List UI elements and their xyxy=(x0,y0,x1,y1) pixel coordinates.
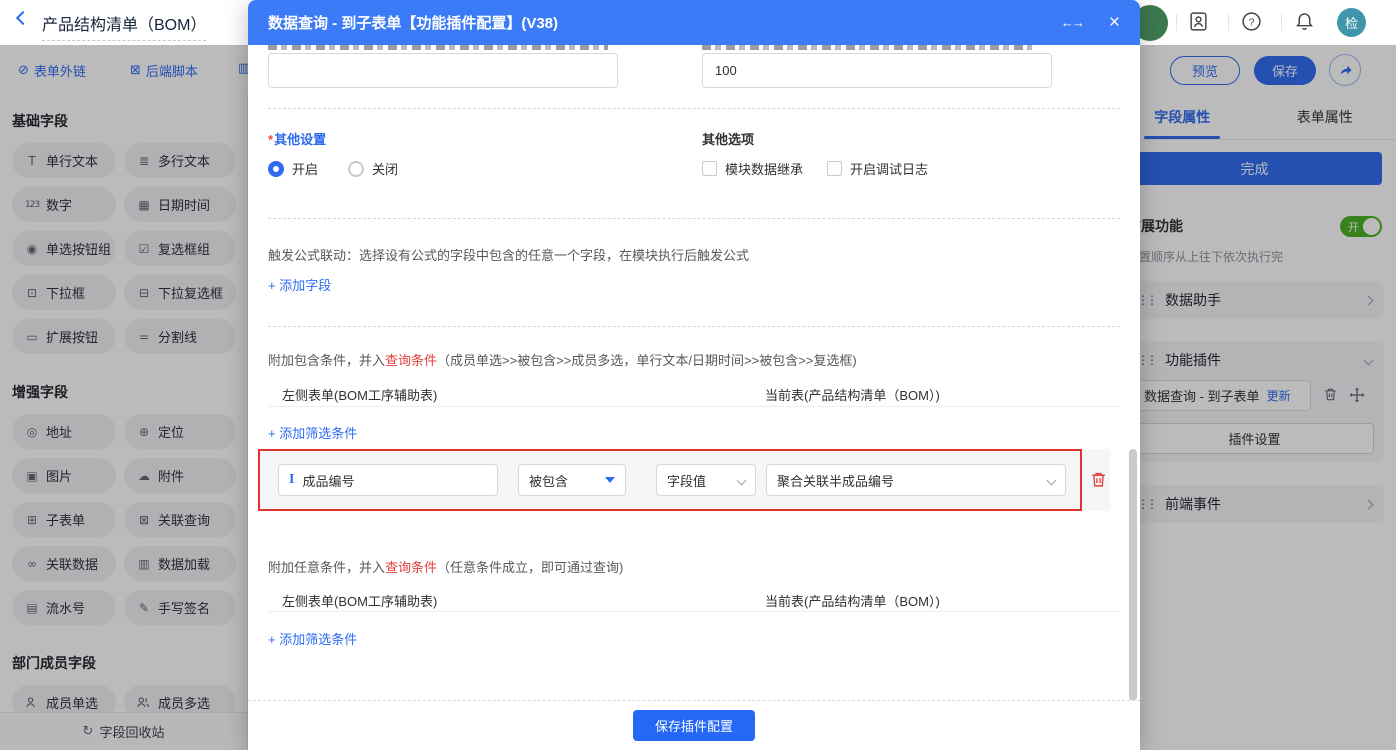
modal-header: 数据查询 - 到子表单【功能插件配置】(V38) ←→ × xyxy=(248,0,1140,45)
modal-body: *其他设置 开启 关闭 其他选项 模块数据继承 开启调试日志 触发公式 xyxy=(248,45,1140,700)
radio-on-icon xyxy=(268,161,284,177)
svg-text:?: ? xyxy=(1249,16,1255,28)
any-condition-desc: 附加任意条件，并入查询条件（任意条件成立，即可通过查询) xyxy=(268,557,623,576)
current-table-header: 当前表(产品结构清单（BOM）) xyxy=(765,385,940,404)
checkbox-debug-log[interactable]: 开启调试日志 xyxy=(827,159,928,178)
text-field-icon: I xyxy=(289,472,294,488)
help-icon[interactable]: ? xyxy=(1241,11,1263,33)
expand-icon[interactable]: ←→ xyxy=(1061,15,1083,30)
chevron-down-icon xyxy=(1047,475,1057,485)
condition-field-input[interactable]: I 成品编号 xyxy=(278,464,498,496)
close-icon[interactable]: × xyxy=(1109,13,1120,32)
include-condition-desc: 附加包含条件，并入查询条件（成员单选>>被包含>>成员多选，单行文本/日期时间>… xyxy=(268,350,857,369)
modal-footer: 保存插件配置 xyxy=(248,700,1140,750)
chevron-down-icon xyxy=(737,475,747,485)
form-title[interactable]: 产品结构清单（BOM） xyxy=(42,11,206,41)
checkbox-icon xyxy=(827,161,842,176)
operator-select[interactable]: 被包含 xyxy=(518,464,626,496)
value-field-select[interactable]: 聚合关联半成品编号 xyxy=(766,464,1066,496)
add-field-link[interactable]: + 添加字段 xyxy=(268,275,331,294)
back-icon[interactable] xyxy=(16,11,30,25)
radio-enable[interactable]: 开启 xyxy=(268,159,318,178)
query-limit-input[interactable] xyxy=(702,53,1052,88)
modal-title: 数据查询 - 到子表单【功能插件配置】(V38) xyxy=(268,12,1061,33)
checkbox-icon xyxy=(702,161,717,176)
checkbox-module-inherit[interactable]: 模块数据继承 xyxy=(702,159,803,178)
add-filter-link[interactable]: + 添加筛选条件 xyxy=(268,423,357,442)
bell-icon[interactable] xyxy=(1294,11,1316,33)
condition-row: I 成品编号 被包含 字段值 聚合关联半成品编号 xyxy=(258,449,1110,511)
delete-condition-icon[interactable] xyxy=(1090,471,1107,488)
add-filter-link[interactable]: + 添加筛选条件 xyxy=(268,629,357,648)
plugin-config-modal: 数据查询 - 到子表单【功能插件配置】(V38) ←→ × *其他设置 开启 关… xyxy=(248,0,1140,750)
formula-trigger-tip: 触发公式联动：选择设有公式的字段中包含的任意一个字段，在模块执行后触发公式 xyxy=(268,245,749,264)
clipped-label xyxy=(702,45,1032,50)
user-avatar[interactable]: 检 xyxy=(1337,8,1366,37)
left-table-header: 左侧表单(BOM工序辅助表) xyxy=(282,591,437,610)
radio-off-icon xyxy=(348,161,364,177)
contacts-icon[interactable] xyxy=(1188,11,1210,33)
caret-down-icon xyxy=(605,477,615,483)
query-condition-link[interactable]: 查询条件 xyxy=(385,560,437,575)
modal-scrollbar-thumb[interactable] xyxy=(1129,449,1137,700)
other-settings-label: *其他设置 xyxy=(268,129,326,148)
left-table-header: 左侧表单(BOM工序辅助表) xyxy=(282,385,437,404)
save-plugin-config-button[interactable]: 保存插件配置 xyxy=(633,710,755,741)
radio-disable[interactable]: 关闭 xyxy=(348,159,398,178)
query-condition-link[interactable]: 查询条件 xyxy=(385,353,437,368)
other-options-label: 其他选项 xyxy=(702,129,754,148)
clipped-label xyxy=(268,45,608,50)
current-table-header: 当前表(产品结构清单（BOM）) xyxy=(765,591,940,610)
value-type-select[interactable]: 字段值 xyxy=(656,464,756,496)
left-config-input[interactable] xyxy=(268,53,618,88)
